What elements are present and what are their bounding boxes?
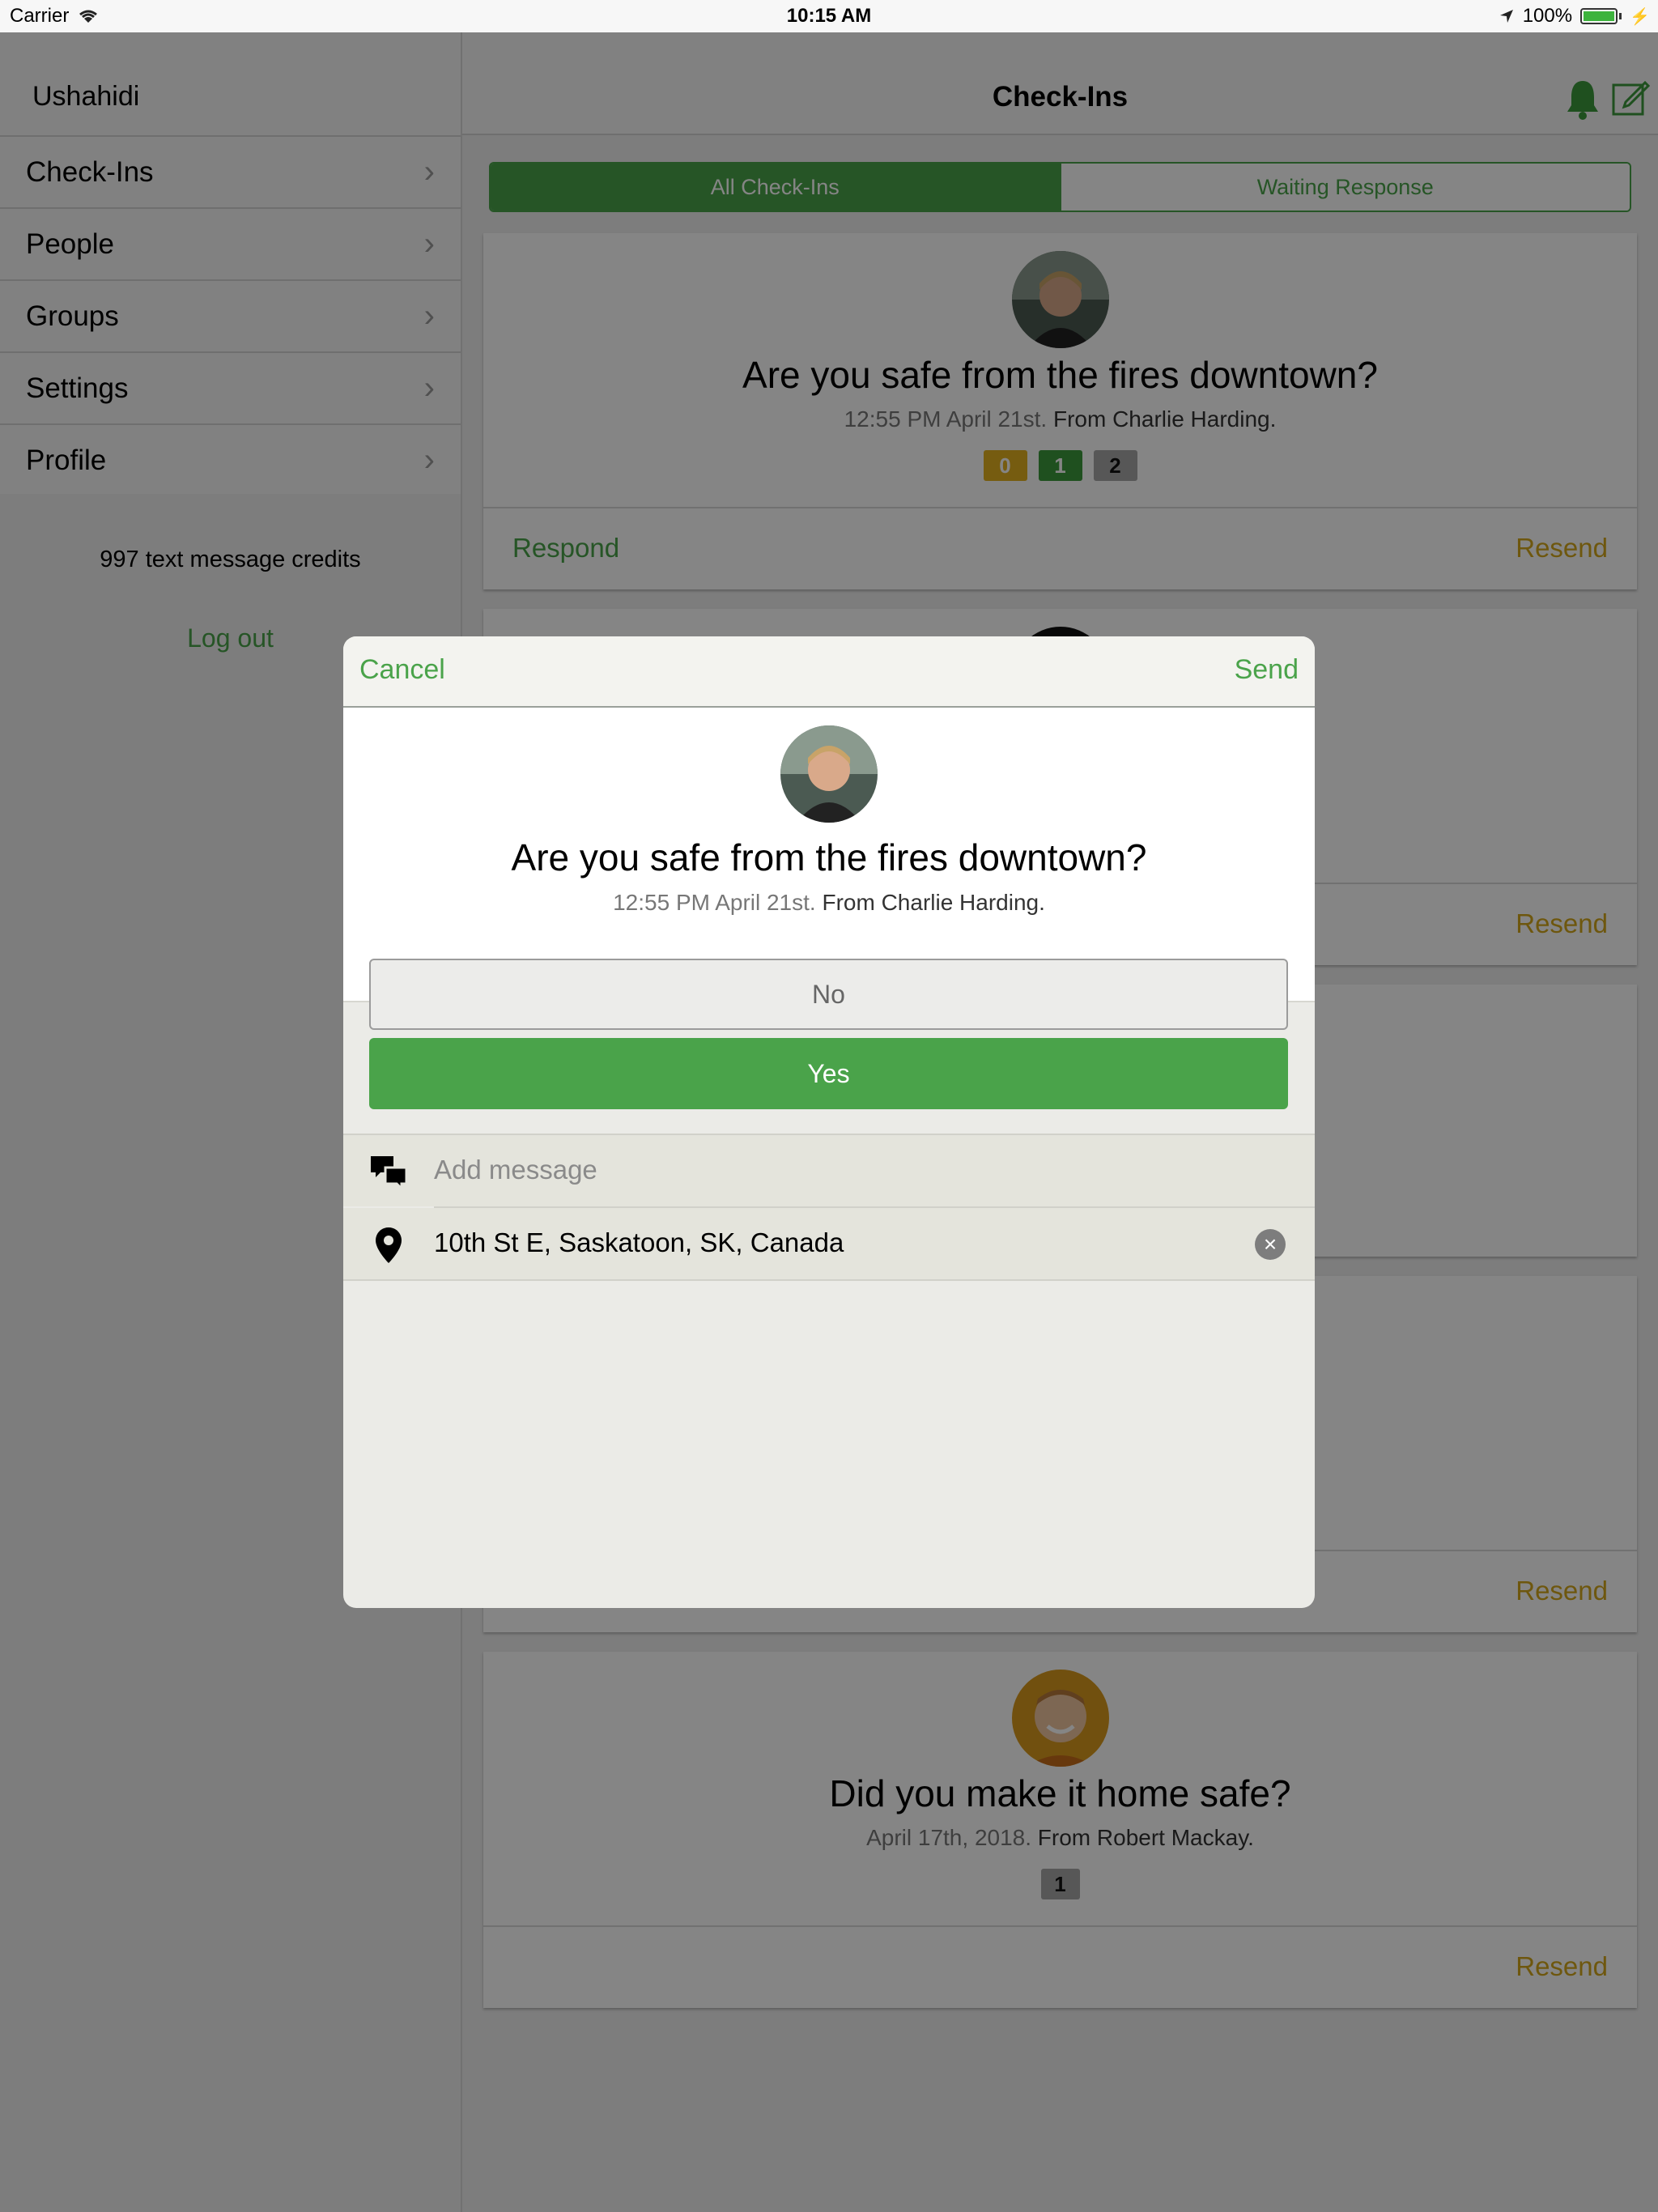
modal-author: From Charlie Harding.	[822, 890, 1045, 915]
charging-icon: ⚡	[1630, 7, 1650, 26]
chat-bubbles-icon	[371, 1156, 408, 1192]
clear-location-icon[interactable]: ×	[1255, 1229, 1286, 1260]
message-row[interactable]: Add message	[343, 1135, 1315, 1206]
avatar	[780, 725, 878, 823]
divider	[343, 1279, 1315, 1281]
answer-yes-button[interactable]: Yes	[369, 1038, 1288, 1109]
cancel-button[interactable]: Cancel	[359, 654, 445, 686]
respond-modal: Cancel Send Are you safe from the fires …	[343, 636, 1315, 1608]
modal-meta: 12:55 PM April 21st. From Charlie Hardin…	[343, 890, 1315, 916]
status-right: 100% ⚡	[1499, 5, 1650, 28]
status-bar: Carrier 10:15 AM 100% ⚡	[0, 0, 1658, 32]
battery-icon	[1580, 8, 1618, 24]
send-button[interactable]: Send	[1235, 654, 1299, 686]
location-arrow-icon	[1499, 10, 1513, 23]
status-time: 10:15 AM	[786, 5, 872, 27]
map-pin-icon	[376, 1227, 402, 1263]
message-input[interactable]: Add message	[434, 1155, 597, 1185]
location-row[interactable]: 10th St E, Saskatoon, SK, Canada ×	[343, 1208, 1315, 1279]
modal-time: 12:55 PM April 21st.	[613, 890, 816, 915]
battery-percent: 100%	[1522, 5, 1573, 27]
location-value: 10th St E, Saskatoon, SK, Canada	[434, 1227, 844, 1257]
modal-question: Are you safe from the fires downtown?	[511, 836, 1147, 878]
battery-tip	[1619, 13, 1622, 19]
answer-no-button[interactable]: No	[369, 959, 1288, 1030]
modal-toolbar: Cancel Send	[343, 636, 1315, 708]
